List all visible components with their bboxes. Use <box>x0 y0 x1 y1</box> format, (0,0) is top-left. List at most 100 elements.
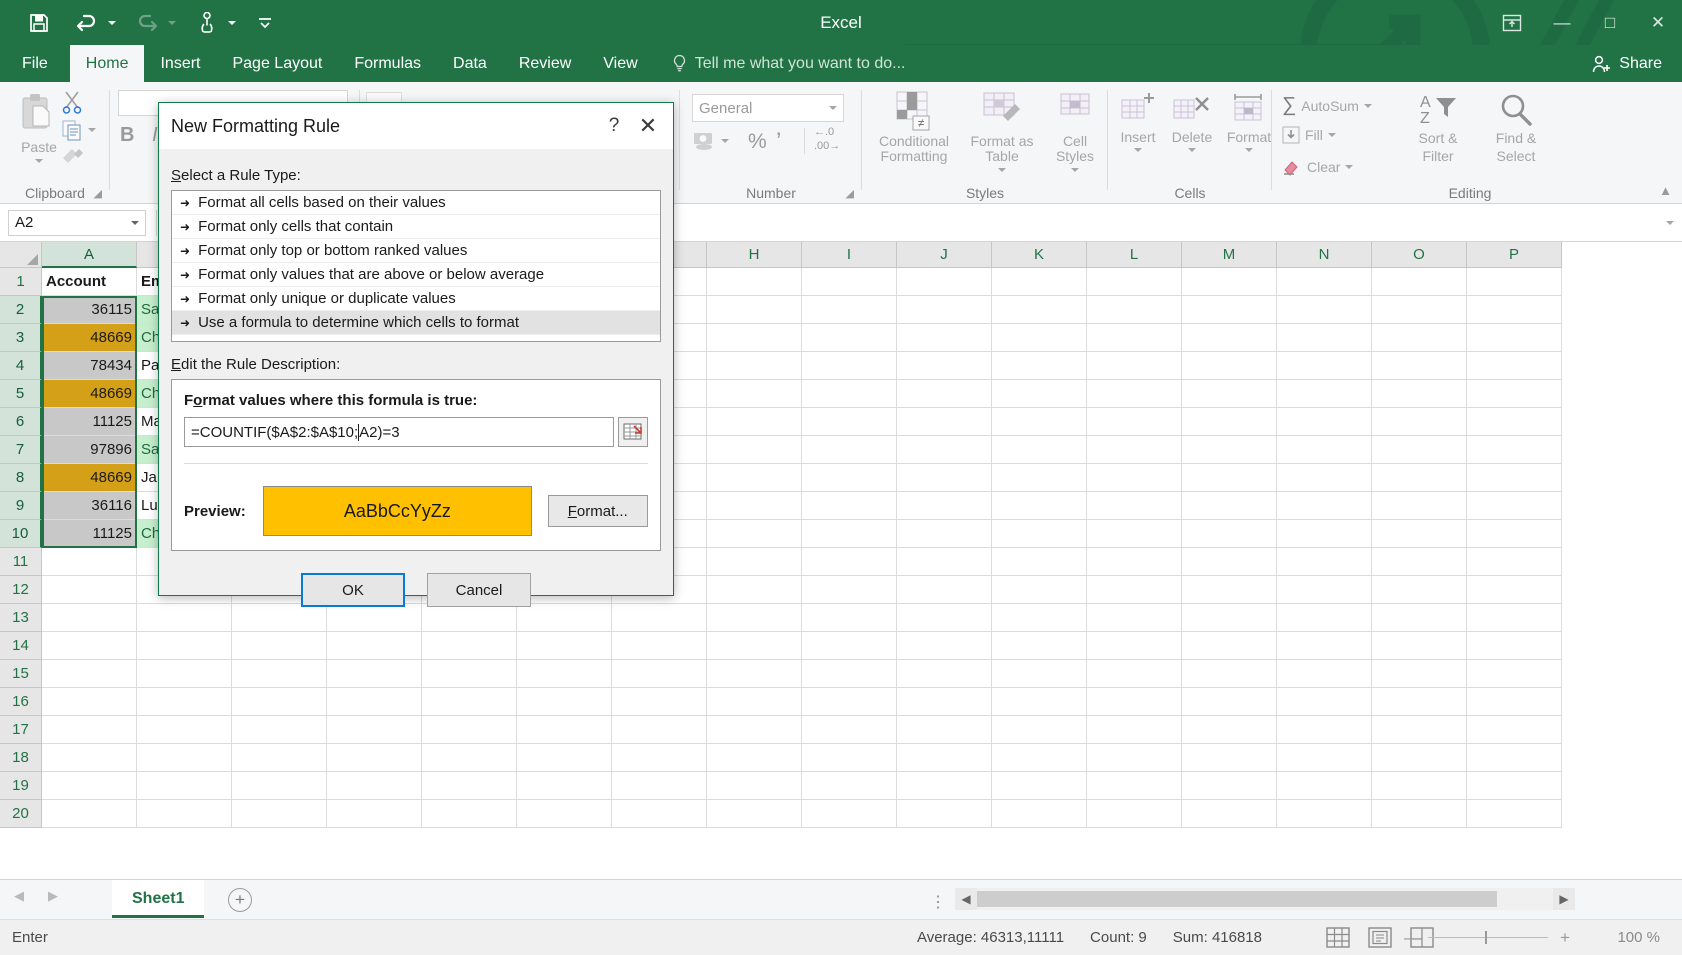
number-dialog-launcher[interactable]: ◢ <box>846 187 854 200</box>
cell-L14[interactable] <box>1087 632 1182 660</box>
cell-N18[interactable] <box>1277 744 1372 772</box>
scroll-split-handle[interactable]: ⋮ <box>930 892 948 912</box>
cell-M1[interactable] <box>1182 268 1277 296</box>
cell-B13[interactable] <box>137 604 232 632</box>
row-header-19[interactable]: 19 <box>0 772 42 800</box>
cell-H14[interactable] <box>707 632 802 660</box>
column-header-N[interactable]: N <box>1277 242 1372 268</box>
cell-M15[interactable] <box>1182 660 1277 688</box>
cell-M13[interactable] <box>1182 604 1277 632</box>
cell-O5[interactable] <box>1372 380 1467 408</box>
cell-E18[interactable] <box>422 744 517 772</box>
cell-H13[interactable] <box>707 604 802 632</box>
cell-J18[interactable] <box>897 744 992 772</box>
cell-K10[interactable] <box>992 520 1087 548</box>
cell-I7[interactable] <box>802 436 897 464</box>
cell-H6[interactable] <box>707 408 802 436</box>
cell-O18[interactable] <box>1372 744 1467 772</box>
cell-D19[interactable] <box>327 772 422 800</box>
cell-K17[interactable] <box>992 716 1087 744</box>
cell-L13[interactable] <box>1087 604 1182 632</box>
cell-J17[interactable] <box>897 716 992 744</box>
normal-view-icon[interactable] <box>1326 926 1350 949</box>
row-header-15[interactable]: 15 <box>0 660 42 688</box>
format-as-table-dropdown-icon[interactable] <box>998 167 1006 172</box>
cell-A9[interactable]: 36116 <box>42 492 137 520</box>
cell-M5[interactable] <box>1182 380 1277 408</box>
cell-K1[interactable] <box>992 268 1087 296</box>
cell-H17[interactable] <box>707 716 802 744</box>
cell-I19[interactable] <box>802 772 897 800</box>
cell-K6[interactable] <box>992 408 1087 436</box>
cell-P18[interactable] <box>1467 744 1562 772</box>
zoom-slider-track[interactable] <box>1428 931 1548 944</box>
cell-H7[interactable] <box>707 436 802 464</box>
cell-P13[interactable] <box>1467 604 1562 632</box>
cell-K4[interactable] <box>992 352 1087 380</box>
cell-N9[interactable] <box>1277 492 1372 520</box>
cell-J9[interactable] <box>897 492 992 520</box>
cell-D14[interactable] <box>327 632 422 660</box>
cell-N15[interactable] <box>1277 660 1372 688</box>
cell-F14[interactable] <box>517 632 612 660</box>
cell-A18[interactable] <box>42 744 137 772</box>
cell-C20[interactable] <box>232 800 327 828</box>
row-header-9[interactable]: 9 <box>0 492 42 520</box>
cell-H2[interactable] <box>707 296 802 324</box>
cell-I13[interactable] <box>802 604 897 632</box>
cell-G16[interactable] <box>612 688 707 716</box>
cell-M20[interactable] <box>1182 800 1277 828</box>
maximize-button[interactable]: □ <box>1586 0 1634 45</box>
row-header-8[interactable]: 8 <box>0 464 42 492</box>
cell-N16[interactable] <box>1277 688 1372 716</box>
cell-O11[interactable] <box>1372 548 1467 576</box>
cell-G20[interactable] <box>612 800 707 828</box>
cell-I6[interactable] <box>802 408 897 436</box>
cell-I2[interactable] <box>802 296 897 324</box>
cell-M17[interactable] <box>1182 716 1277 744</box>
cell-G15[interactable] <box>612 660 707 688</box>
cell-I15[interactable] <box>802 660 897 688</box>
cell-A4[interactable]: 78434 <box>42 352 137 380</box>
column-header-K[interactable]: K <box>992 242 1087 268</box>
paste-dropdown-icon[interactable] <box>35 159 43 164</box>
cell-J6[interactable] <box>897 408 992 436</box>
cell-H12[interactable] <box>707 576 802 604</box>
cell-L8[interactable] <box>1087 464 1182 492</box>
cell-A7[interactable]: 97896 <box>42 436 137 464</box>
cell-M10[interactable] <box>1182 520 1277 548</box>
cell-O7[interactable] <box>1372 436 1467 464</box>
cell-J7[interactable] <box>897 436 992 464</box>
zoom-slider-knob[interactable] <box>1485 931 1487 944</box>
tab-insert[interactable]: Insert <box>144 45 216 82</box>
cell-B17[interactable] <box>137 716 232 744</box>
cell-P3[interactable] <box>1467 324 1562 352</box>
row-header-16[interactable]: 16 <box>0 688 42 716</box>
percent-format-button[interactable]: % <box>748 130 767 154</box>
cell-H19[interactable] <box>707 772 802 800</box>
cell-D17[interactable] <box>327 716 422 744</box>
cell-E16[interactable] <box>422 688 517 716</box>
cell-I10[interactable] <box>802 520 897 548</box>
status-average[interactable]: Average: 46313,11111 <box>917 929 1064 946</box>
cell-A1[interactable]: Account <box>42 268 137 296</box>
cell-P6[interactable] <box>1467 408 1562 436</box>
cell-L19[interactable] <box>1087 772 1182 800</box>
accounting-dropdown-icon[interactable] <box>721 139 729 143</box>
name-box[interactable]: A2 <box>8 209 146 236</box>
cell-L6[interactable] <box>1087 408 1182 436</box>
cell-P7[interactable] <box>1467 436 1562 464</box>
cell-L17[interactable] <box>1087 716 1182 744</box>
cancel-button[interactable]: Cancel <box>427 573 531 607</box>
cell-J19[interactable] <box>897 772 992 800</box>
autosum-dropdown-icon[interactable] <box>1363 103 1372 108</box>
cell-P16[interactable] <box>1467 688 1562 716</box>
rule-type-item-4[interactable]: ➜ Format only unique or duplicate values <box>172 287 660 311</box>
tell-me-search[interactable]: Tell me what you want to do... <box>654 45 905 82</box>
cell-J2[interactable] <box>897 296 992 324</box>
cell-B14[interactable] <box>137 632 232 660</box>
cell-L5[interactable] <box>1087 380 1182 408</box>
column-header-L[interactable]: L <box>1087 242 1182 268</box>
page-layout-view-icon[interactable] <box>1368 926 1392 949</box>
cell-M18[interactable] <box>1182 744 1277 772</box>
